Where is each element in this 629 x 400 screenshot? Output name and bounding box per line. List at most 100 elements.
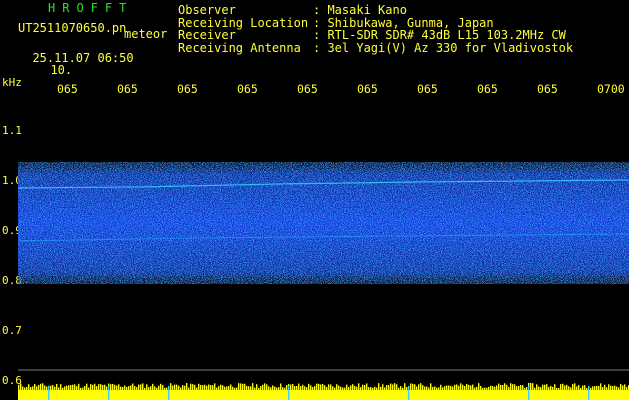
- baseline-spike: [454, 384, 456, 390]
- baseline-spike: [550, 385, 552, 390]
- baseline-spike: [142, 383, 144, 390]
- baseline-spike: [316, 383, 318, 390]
- baseline-spike: [516, 386, 518, 390]
- baseline-spike: [236, 387, 238, 390]
- baseline-spike: [60, 384, 62, 390]
- baseline-spike: [382, 384, 384, 390]
- baseline-spike: [530, 383, 532, 390]
- baseline-spike: [114, 384, 116, 390]
- baseline-spike: [100, 384, 102, 390]
- baseline-spike: [28, 384, 30, 390]
- baseline-spike: [492, 386, 494, 390]
- baseline-spike: [476, 386, 478, 390]
- baseline-activity: [18, 383, 629, 400]
- minute-marker: [408, 386, 410, 400]
- baseline-spike: [68, 385, 70, 390]
- baseline-spike: [400, 386, 402, 390]
- meta-receiver: Receiver : RTL-SDR SDR# 43dB L15 103.2MH…: [178, 29, 573, 42]
- baseline-spike: [140, 384, 142, 390]
- baseline-spike: [174, 384, 176, 390]
- baseline-spike: [234, 387, 236, 390]
- meta-antenna: Receiving Antenna : 3el Yagi(V) Az 330 f…: [178, 40, 574, 55]
- baseline-spike: [512, 384, 514, 390]
- minute-marker: [168, 386, 170, 400]
- meta-value: : RTL-SDR SDR# 43dB L15 103.2MHz CW: [313, 28, 566, 42]
- baseline-spike: [390, 383, 392, 390]
- baseline-spike: [186, 383, 188, 390]
- baseline-spike: [306, 387, 308, 390]
- baseline-spike: [348, 387, 350, 390]
- baseline-spike: [388, 385, 390, 390]
- baseline-spike: [620, 383, 622, 390]
- baseline-spike: [130, 385, 132, 390]
- baseline-spike: [450, 385, 452, 390]
- baseline-spike: [322, 383, 324, 390]
- baseline-spike: [188, 387, 190, 390]
- baseline-spike: [362, 384, 364, 390]
- baseline-spike: [556, 387, 558, 390]
- baseline-spike: [474, 387, 476, 390]
- baseline-spike: [38, 384, 40, 390]
- baseline-spike: [582, 385, 584, 390]
- baseline-spike: [310, 385, 312, 390]
- baseline-spike: [124, 385, 126, 390]
- baseline-spike: [194, 384, 196, 390]
- baseline-spike: [334, 387, 336, 390]
- baseline-spike: [558, 387, 560, 390]
- baseline-spike: [576, 386, 578, 390]
- baseline-spike: [622, 385, 624, 390]
- tick-count: 10.: [50, 63, 73, 77]
- baseline-spike: [128, 386, 130, 390]
- baseline-spike: [546, 384, 548, 390]
- baseline-spike: [26, 386, 28, 390]
- baseline-spike: [218, 386, 220, 390]
- baseline-spike: [456, 384, 458, 390]
- minute-marker: [48, 386, 50, 400]
- baseline-spike: [524, 387, 526, 390]
- baseline-spike: [198, 383, 200, 390]
- baseline-spike: [126, 386, 128, 390]
- baseline-spike: [358, 383, 360, 390]
- baseline-spike: [70, 385, 72, 390]
- baseline-spike: [440, 384, 442, 390]
- baseline-spike: [308, 383, 310, 390]
- baseline-spike: [340, 386, 342, 390]
- baseline-spike: [478, 383, 480, 390]
- baseline-spike: [266, 384, 268, 390]
- baseline-spike: [434, 386, 436, 390]
- baseline-spike: [184, 385, 186, 390]
- baseline-spike: [532, 383, 534, 390]
- baseline-spike: [490, 385, 492, 390]
- baseline-spike: [148, 387, 150, 390]
- baseline-spike: [212, 385, 214, 390]
- baseline-spike: [226, 386, 228, 390]
- baseline-spike: [458, 385, 460, 390]
- baseline-spike: [272, 385, 274, 390]
- baseline-spike: [370, 387, 372, 390]
- baseline-spike: [470, 385, 472, 390]
- baseline-spike: [190, 383, 192, 390]
- baseline-spike: [386, 385, 388, 390]
- baseline-spike: [498, 383, 500, 390]
- baseline-spike: [78, 383, 80, 390]
- meta-value: : 3el Yagi(V) Az 330 for Vladivostok: [313, 40, 574, 55]
- x-tick: 065: [177, 82, 198, 96]
- baseline-spike: [608, 384, 610, 390]
- x-tick: 065: [57, 82, 78, 96]
- baseline-spike: [452, 386, 454, 390]
- baseline-spike: [24, 387, 26, 390]
- baseline-spike: [552, 386, 554, 390]
- baseline-spike: [224, 386, 226, 390]
- baseline-spike: [420, 383, 422, 390]
- baseline-spike: [80, 387, 82, 390]
- baseline-spike: [324, 385, 326, 390]
- baseline-spike: [428, 387, 430, 390]
- baseline-spike: [464, 386, 466, 390]
- baseline-spike: [82, 387, 84, 390]
- baseline-spike: [442, 387, 444, 390]
- baseline-spike: [570, 387, 572, 390]
- baseline-spike: [376, 387, 378, 390]
- baseline-spike: [366, 383, 368, 390]
- baseline-spike: [240, 383, 242, 390]
- baseline-spike: [488, 386, 490, 390]
